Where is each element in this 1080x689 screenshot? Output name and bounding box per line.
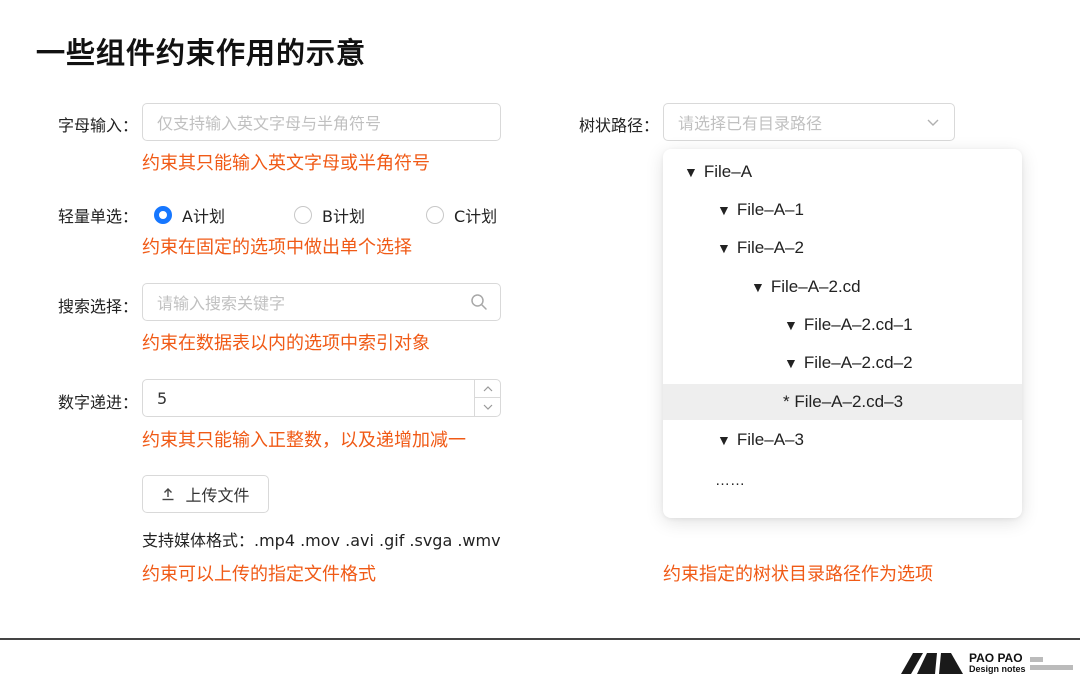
caret-down-icon: ▼ (684, 164, 698, 180)
tree-node-selected[interactable]: * File–A–2.cd–3 (663, 384, 1022, 420)
tree-select-input[interactable]: 请选择已有目录路径 (663, 103, 955, 141)
radio-checked-icon (154, 206, 172, 224)
radio-group-label: 轻量单选： (58, 207, 139, 226)
radio-option-label: C计划 (454, 207, 498, 226)
chevron-up-icon (483, 386, 492, 392)
chevron-down-icon[interactable] (924, 113, 942, 131)
upload-icon (162, 488, 174, 501)
tree-dropdown: ▼ File–A ▼ File–A–1 ▼ File–A–2 ▼ File–A–… (663, 149, 1022, 518)
tree-node-label: File–A (703, 162, 753, 181)
search-input[interactable]: 请输入搜索关键字 (142, 283, 501, 321)
upload-button[interactable]: 上传文件 (142, 475, 269, 513)
number-stepper-label: 数字递进： (58, 393, 139, 412)
supported-formats: 支持媒体格式：.mp4 .mov .avi .gif .svga .wmv (142, 531, 501, 550)
tree-select-placeholder: 请选择已有目录路径 (678, 114, 823, 133)
tree-node-label: File–A–3 (736, 430, 804, 449)
search-select-label: 搜索选择： (58, 297, 139, 316)
tree-node[interactable]: ▼ File–A–2.cd–2 (663, 345, 1022, 381)
tree-node[interactable]: ▼ File–A–2 (663, 230, 1022, 266)
search-icon[interactable] (470, 293, 488, 311)
chevron-down-icon (483, 404, 492, 410)
footer-divider (0, 638, 1080, 640)
caret-down-icon: ▼ (784, 317, 798, 333)
brand-bars (1029, 656, 1073, 670)
tree-node[interactable]: ▼ File–A–3 (663, 422, 1022, 458)
caret-down-icon: ▼ (717, 202, 731, 218)
tree-node[interactable]: ▼ File–A (663, 154, 1022, 190)
quantity-stepper[interactable]: 5 (142, 379, 501, 417)
tree-select-label: 树状路径： (579, 116, 660, 135)
page-title: 一些组件约束作用的示意 (36, 36, 367, 70)
text-input-note: 约束其只能输入英文字母或半角符号 (142, 153, 430, 174)
radio-option-c[interactable]: C计划 (426, 203, 497, 227)
stepper-controls (474, 380, 500, 416)
tree-node-label: File–A–2.cd–1 (803, 315, 913, 334)
radio-option-label: A计划 (182, 207, 225, 226)
number-stepper-note: 约束其只能输入正整数，以及递增加减一 (142, 430, 466, 451)
upload-button-label: 上传文件 (185, 486, 250, 505)
tree-node-label: File–A–2.cd (770, 277, 861, 296)
tree-node-label: File–A–2.cd–2 (803, 353, 913, 372)
letter-input[interactable]: 仅支持输入英文字母与半角符号 (142, 103, 501, 141)
decrement-button[interactable] (475, 398, 500, 416)
radio-option-b[interactable]: B计划 (294, 203, 365, 227)
tree-node-label: File–A–1 (736, 200, 804, 219)
tree-select-note: 约束指定的树状目录路径作为选项 (663, 564, 933, 585)
caret-down-icon: ▼ (784, 355, 798, 371)
tree-node-label: * File–A–2.cd–3 (783, 392, 904, 411)
text-input-label: 字母输入： (58, 116, 139, 135)
radio-unchecked-icon (426, 206, 444, 224)
brand-logo: PAO PAO Design notes (901, 652, 1073, 674)
tree-node-label: File–A–2 (736, 238, 804, 257)
brand-name: PAO PAO (969, 651, 1023, 665)
brand-tagline: Design notes (969, 664, 1026, 674)
radio-option-a[interactable]: A计划 (154, 203, 225, 227)
stepper-value[interactable]: 5 (157, 389, 167, 408)
caret-down-icon: ▼ (751, 279, 765, 295)
tree-node-label: …… (715, 471, 745, 489)
caret-down-icon: ▼ (717, 240, 731, 256)
caret-down-icon: ▼ (717, 432, 731, 448)
radio-option-label: B计划 (322, 207, 365, 226)
tree-node[interactable]: ▼ File–A–1 (663, 192, 1022, 228)
upload-note: 约束可以上传的指定文件格式 (142, 564, 376, 585)
radio-group-note: 约束在固定的选项中做出单个选择 (142, 237, 412, 258)
tree-node-more[interactable]: …… (663, 462, 1022, 498)
tree-node[interactable]: ▼ File–A–2.cd–1 (663, 307, 1022, 343)
tree-node[interactable]: ▼ File–A–2.cd (663, 269, 1022, 305)
increment-button[interactable] (475, 380, 500, 398)
search-input-placeholder: 请输入搜索关键字 (157, 294, 286, 313)
logo-mark-icon (901, 652, 963, 674)
radio-unchecked-icon (294, 206, 312, 224)
search-select-note: 约束在数据表以内的选项中索引对象 (142, 333, 430, 354)
letter-input-placeholder: 仅支持输入英文字母与半角符号 (157, 114, 382, 133)
